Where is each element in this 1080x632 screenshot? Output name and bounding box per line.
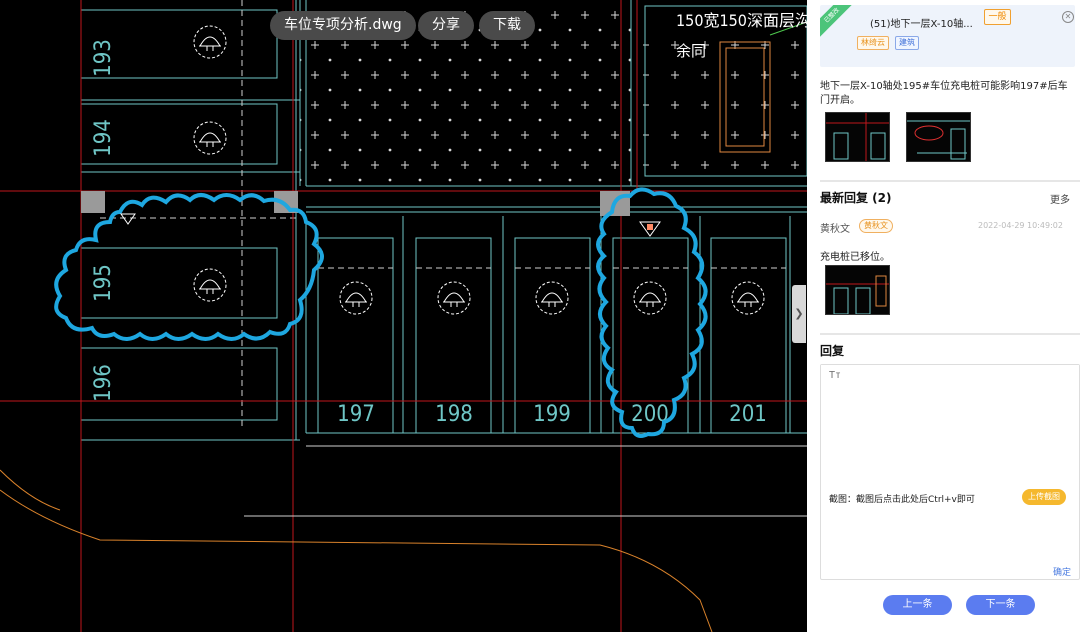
divider — [820, 180, 1080, 182]
more-link[interactable]: 更多 — [1050, 191, 1070, 206]
file-name-pill[interactable]: 车位专项分析.dwg — [270, 11, 416, 40]
issue-panel: 已整改 (51)地下一层X-10轴... 一般 林绮云 建筑 ✕ 地下一层X-1… — [807, 0, 1080, 632]
upload-screenshot-button[interactable]: 上传截图 — [1022, 489, 1066, 505]
issue-thumbnail[interactable] — [906, 112, 971, 162]
space-number: 201 — [729, 402, 767, 427]
cad-viewer[interactable]: 193 194 195 196 197 198 199 200 201 150宽… — [0, 0, 807, 632]
reply-form: 截图：截图后点击此处后Ctrl+v即可 上传截图 确定 — [820, 364, 1080, 580]
space-number: 194 — [91, 119, 116, 157]
drawing-note: 150宽150深面层沟 — [676, 11, 807, 30]
reply-user: 黄秋文 — [820, 224, 850, 235]
dot-hatch — [300, 15, 637, 186]
cad-drawing[interactable]: 193 194 195 196 197 198 199 200 201 150宽… — [0, 0, 807, 632]
issue-thumbnail[interactable] — [825, 112, 890, 162]
confirm-button[interactable]: 确定 — [1053, 565, 1071, 578]
lower-lines — [244, 445, 807, 517]
prev-button[interactable]: 上一条 — [883, 595, 952, 615]
screenshot-hint[interactable]: 截图：截图后点击此处后Ctrl+v即可 — [829, 492, 975, 505]
divider — [820, 333, 1080, 335]
download-button[interactable]: 下载 — [479, 11, 535, 40]
user-badge: 黄秋文 — [859, 219, 893, 233]
reply-input[interactable] — [821, 365, 1079, 475]
space-number: 193 — [91, 39, 116, 77]
thumbnail-image — [826, 113, 889, 161]
thumbnail-image — [826, 266, 889, 314]
issue-title: (51)地下一层X-10轴... — [870, 19, 973, 30]
drawing-note-2: 余同 — [676, 42, 706, 60]
issue-card[interactable]: 已整改 (51)地下一层X-10轴... 一般 林绮云 建筑 — [820, 5, 1075, 67]
reply-timestamp: 2022-04-29 10:49:02 — [978, 221, 1063, 230]
tag-discipline: 建筑 — [895, 36, 919, 50]
latest-reply-heading: 最新回复 (2) — [820, 191, 892, 205]
share-button[interactable]: 分享 — [418, 11, 474, 40]
reply-thumbnail[interactable] — [825, 265, 890, 315]
status-ribbon: 已整改 — [820, 5, 855, 39]
marker-dot — [647, 224, 653, 230]
next-button[interactable]: 下一条 — [966, 595, 1035, 615]
close-icon[interactable]: ✕ — [1062, 11, 1074, 23]
space-number: 197 — [337, 402, 375, 427]
space-number: 195 — [91, 264, 116, 302]
space-number: 198 — [435, 402, 473, 427]
marker-icon — [120, 213, 136, 225]
issue-description: 地下一层X-10轴处195#车位充电桩可能影响197#后车门开启。 — [820, 81, 1068, 106]
space-number: 196 — [91, 364, 116, 402]
orange-curve — [0, 489, 713, 632]
hatch-area-right — [643, 30, 807, 186]
level-badge: 一般 — [984, 9, 1011, 25]
reply-heading: 回复 — [820, 344, 845, 358]
app-window: 193 194 195 196 197 198 199 200 201 150宽… — [0, 0, 1080, 632]
chevron-right-icon: ❯ — [794, 307, 804, 320]
thumbnail-image — [907, 113, 970, 161]
space-number: 199 — [533, 402, 571, 427]
collapse-panel-button[interactable]: ❯ — [792, 285, 806, 343]
reply-text: 充电桩已移位。 — [820, 252, 890, 263]
tag-assignee: 林绮云 — [857, 36, 889, 50]
